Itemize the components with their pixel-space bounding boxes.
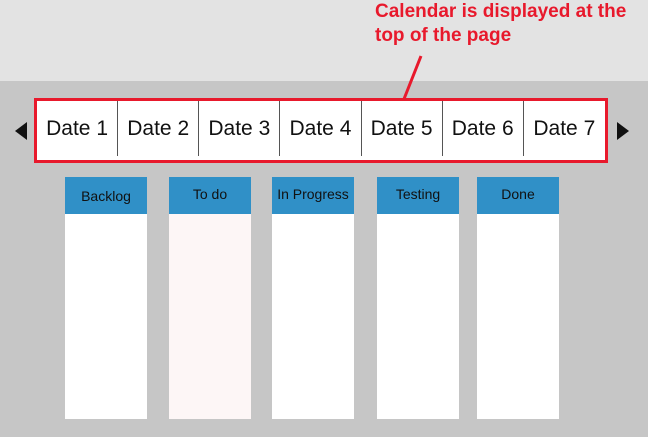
column-header-done[interactable]: Done xyxy=(477,177,559,214)
column-body-in-progress[interactable] xyxy=(272,214,354,419)
column-header-testing[interactable]: Testing xyxy=(377,177,459,214)
date-cell-6[interactable]: Date 6 xyxy=(443,101,524,156)
column-todo: To do xyxy=(169,177,251,419)
column-body-todo[interactable] xyxy=(169,214,251,419)
calendar-date-strip: Date 1 Date 2 Date 3 Date 4 Date 5 Date … xyxy=(37,101,605,160)
column-header-in-progress[interactable]: In Progress xyxy=(272,177,354,214)
column-body-done[interactable] xyxy=(477,214,559,419)
date-cell-2[interactable]: Date 2 xyxy=(118,101,200,156)
calendar-annotation: Calendar is displayed at the top of the … xyxy=(375,0,645,48)
date-cell-4[interactable]: Date 4 xyxy=(280,101,362,156)
column-body-testing[interactable] xyxy=(377,214,459,419)
triangle-right-icon[interactable] xyxy=(617,122,629,140)
column-header-backlog[interactable]: Backlog xyxy=(65,177,147,214)
annotation-line-1: Calendar is displayed at the xyxy=(375,1,627,22)
column-testing: Testing xyxy=(377,177,459,419)
annotation-line-2: top of the page xyxy=(375,25,512,46)
column-body-backlog[interactable] xyxy=(65,214,147,419)
date-cell-1[interactable]: Date 1 xyxy=(37,101,119,156)
column-done: Done xyxy=(477,177,559,419)
column-in-progress: In Progress xyxy=(272,177,354,419)
date-cell-5[interactable]: Date 5 xyxy=(362,101,443,156)
date-cell-7[interactable]: Date 7 xyxy=(524,101,605,156)
column-backlog: Backlog xyxy=(65,177,147,419)
triangle-left-icon[interactable] xyxy=(15,122,27,140)
column-header-todo[interactable]: To do xyxy=(169,177,251,214)
date-cell-3[interactable]: Date 3 xyxy=(199,101,281,156)
